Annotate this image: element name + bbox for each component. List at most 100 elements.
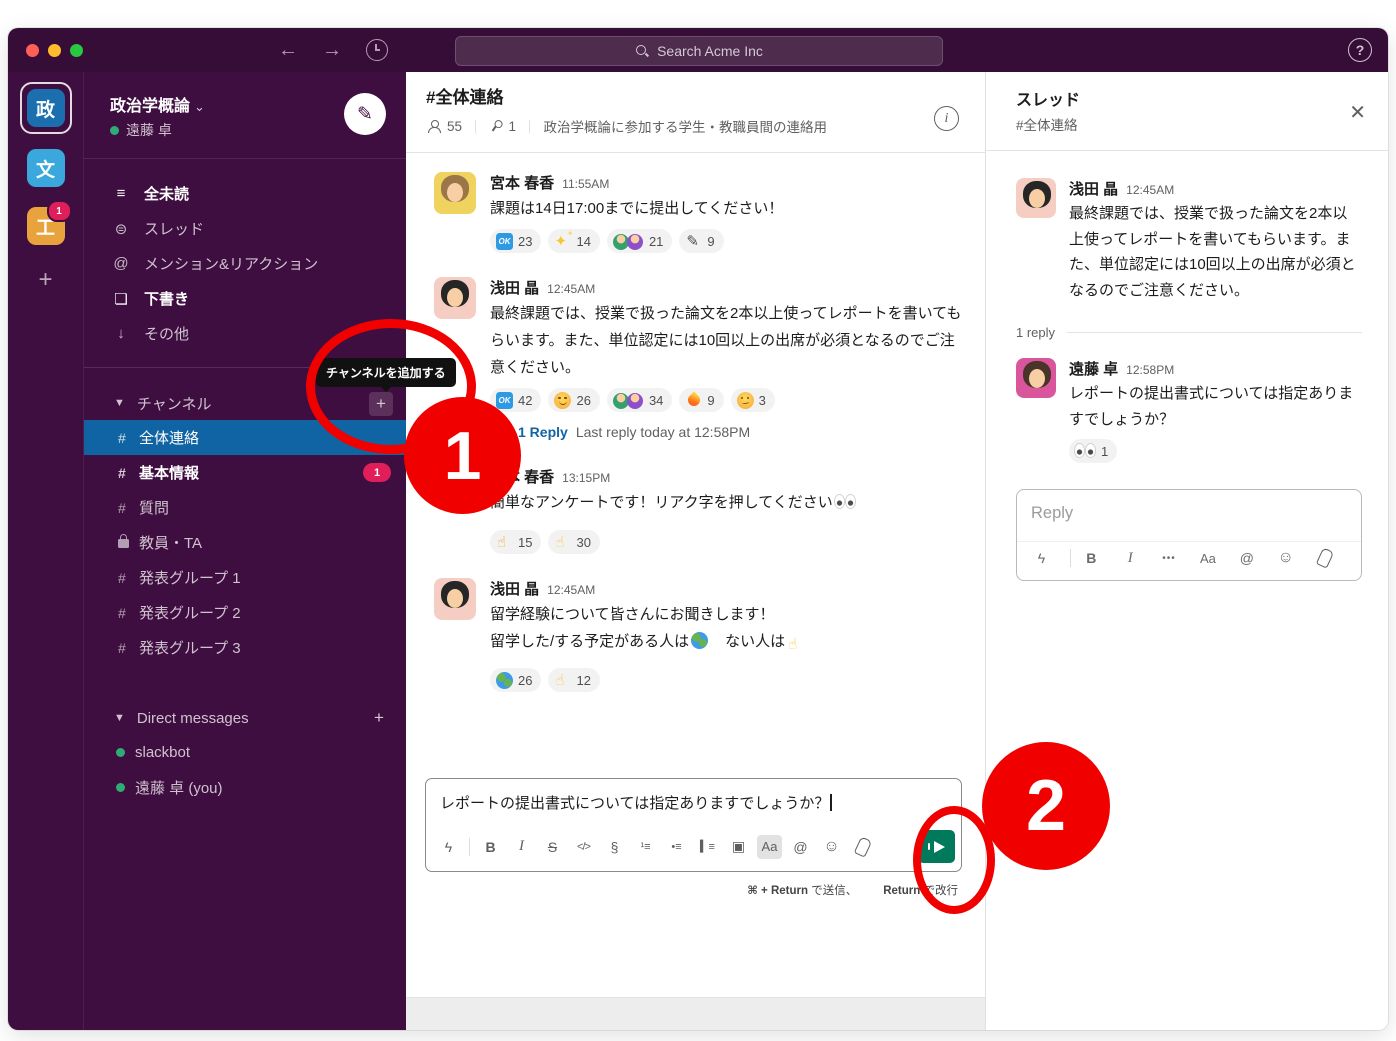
attach-button[interactable]: [850, 835, 875, 859]
sidebar-item-all-unreads[interactable]: ≡ 全未読: [84, 176, 407, 211]
shortcuts-lightning-icon[interactable]: ϟ: [436, 835, 461, 859]
reply-toolbar: ϟ B I ••• Aa @ ☺: [1017, 541, 1361, 580]
avatar[interactable]: [434, 578, 476, 620]
attach-button[interactable]: [1312, 546, 1337, 570]
strikethrough-button[interactable]: S: [540, 835, 565, 859]
reaction-person-ok[interactable]: 34: [607, 388, 672, 412]
add-workspace-button[interactable]: +: [8, 266, 83, 294]
avatar[interactable]: [1016, 358, 1056, 398]
workspace-menu-button[interactable]: 政治学概論⌄: [110, 92, 205, 116]
dm-self[interactable]: 遠藤 卓 (you): [84, 770, 407, 805]
channels-section-header[interactable]: ▼ チャンネル: [84, 386, 407, 420]
ordered-list-button[interactable]: ¹≡: [633, 835, 658, 859]
workspace-switcher[interactable]: 工 1: [22, 202, 70, 250]
sidebar-item-threads[interactable]: ⊜ スレッド: [84, 211, 407, 246]
reaction-smile[interactable]: 26: [548, 388, 599, 412]
sidebar-channel-kihon-joho[interactable]: # 基本情報 1: [84, 455, 407, 490]
emoji-button[interactable]: ☺: [819, 835, 844, 859]
reaction-thumbs-up[interactable]: 15: [490, 530, 541, 554]
reaction-ok[interactable]: 23: [490, 229, 541, 253]
sidebar-channel-happyo-group-3[interactable]: # 発表グループ 3: [84, 630, 407, 665]
bold-button[interactable]: B: [478, 835, 503, 859]
bold-button[interactable]: B: [1079, 546, 1104, 570]
channel-description[interactable]: 政治学概論に参加する学生・教職員間の連絡用: [544, 116, 828, 136]
avatar[interactable]: [434, 172, 476, 214]
message-author[interactable]: 浅田 晶: [1069, 178, 1118, 199]
avatar[interactable]: [434, 466, 476, 508]
mention-button[interactable]: @: [1234, 546, 1259, 570]
workspace-switcher[interactable]: 文: [22, 144, 70, 192]
sidebar-item-drafts[interactable]: ❏ 下書き: [84, 281, 407, 316]
history-back-button[interactable]: ←: [274, 36, 302, 64]
minimize-window-button[interactable]: [48, 44, 61, 57]
formatting-toggle-button[interactable]: Aa: [757, 835, 782, 859]
blockquote-button[interactable]: ▍≡: [695, 835, 720, 859]
help-button[interactable]: ?: [1348, 38, 1372, 62]
sidebar-channel-happyo-group-1[interactable]: # 発表グループ 1: [84, 560, 407, 595]
sidebar-channel-shitsumon[interactable]: # 質問: [84, 490, 407, 525]
workspace-icon-1[interactable]: 政: [27, 89, 65, 127]
message-author[interactable]: 浅田 晶: [490, 277, 539, 298]
reply-input[interactable]: Reply: [1017, 490, 1361, 541]
reaction-smirk[interactable]: 3: [731, 388, 775, 412]
code-block-button[interactable]: ▣: [726, 835, 751, 859]
reaction-eyes[interactable]: 1: [1069, 439, 1117, 463]
add-dm-button[interactable]: +: [367, 706, 391, 730]
message-author[interactable]: 遠藤 卓: [1069, 358, 1118, 379]
add-channel-button[interactable]: +: [369, 392, 393, 416]
avatar[interactable]: [1016, 178, 1056, 218]
shortcuts-lightning-icon[interactable]: ϟ: [1029, 546, 1054, 570]
message-author[interactable]: 浅田 晶: [490, 578, 539, 599]
message-author[interactable]: 宮本 春香: [490, 172, 554, 193]
composer-input[interactable]: レポートの提出書式については指定ありますでしょうか？: [426, 779, 961, 824]
sidebar-item-more[interactable]: ↓ その他: [84, 316, 407, 351]
zoom-window-button[interactable]: [70, 44, 83, 57]
reaction-globe[interactable]: 26: [490, 668, 541, 692]
dm-slackbot[interactable]: slackbot: [84, 735, 407, 770]
formatting-toggle-button[interactable]: Aa: [1196, 546, 1221, 570]
italic-button[interactable]: I: [1118, 546, 1143, 570]
more-options-button[interactable]: •••: [1157, 546, 1182, 570]
reaction-ok[interactable]: 42: [490, 388, 541, 412]
send-button[interactable]: [918, 830, 955, 863]
sidebar-channel-zentai-renraku[interactable]: # 全体連絡: [84, 420, 407, 455]
reaction-pen[interactable]: 9: [679, 229, 723, 253]
workspace-icon-2[interactable]: 文: [27, 149, 65, 187]
reaction-person-ok[interactable]: 21: [607, 229, 672, 253]
channel-info-button[interactable]: i: [934, 106, 959, 131]
channel-label: 基本情報: [139, 462, 199, 483]
reply-count-link[interactable]: 1 Reply: [518, 424, 568, 440]
reaction-point-up[interactable]: 12: [548, 668, 599, 692]
sidebar-channel-kyoin-ta[interactable]: 教員・TA: [84, 525, 407, 560]
mention-button[interactable]: @: [788, 835, 813, 859]
close-icon[interactable]: ✕: [1349, 100, 1366, 125]
thread-link[interactable]: 1 Reply Last reply today at 12:58PM: [490, 422, 965, 442]
thread-reply-composer[interactable]: Reply ϟ B I ••• Aa @ ☺: [1016, 489, 1362, 581]
reaction-point-up[interactable]: 30: [548, 530, 599, 554]
pin-count[interactable]: 1: [509, 119, 517, 134]
emoji-button[interactable]: ☺: [1273, 546, 1298, 570]
message-composer[interactable]: レポートの提出書式については指定ありますでしょうか？ ϟ B I S </> §…: [425, 778, 962, 872]
workspace-icon-3[interactable]: 工 1: [27, 207, 65, 245]
workspace-switcher-active[interactable]: 政: [20, 82, 72, 134]
new-message-button[interactable]: ✎: [344, 93, 386, 135]
thread-channel[interactable]: #全体連絡: [1016, 114, 1078, 134]
italic-button[interactable]: I: [509, 835, 534, 859]
close-window-button[interactable]: [26, 44, 39, 57]
code-button[interactable]: </>: [571, 835, 596, 859]
member-count[interactable]: 55: [447, 119, 462, 134]
reaction-sparkles[interactable]: 14: [548, 229, 599, 253]
message-author[interactable]: 宮本 春香: [490, 466, 554, 487]
window-controls[interactable]: [26, 44, 83, 57]
sidebar-item-mentions[interactable]: @ メンション&リアクション: [84, 246, 407, 281]
history-clock-icon[interactable]: [366, 39, 388, 61]
link-button[interactable]: §: [602, 835, 627, 859]
sidebar-channel-happyo-group-2[interactable]: # 発表グループ 2: [84, 595, 407, 630]
bullet-list-button[interactable]: •≡: [664, 835, 689, 859]
channel-title[interactable]: #全体連絡: [426, 83, 503, 108]
avatar[interactable]: [434, 277, 476, 319]
search-input[interactable]: Search Acme Inc: [455, 36, 943, 66]
dm-section-header[interactable]: ▼ Direct messages +: [84, 701, 407, 735]
history-forward-button[interactable]: →: [318, 36, 346, 64]
reaction-fire[interactable]: 9: [679, 388, 723, 412]
